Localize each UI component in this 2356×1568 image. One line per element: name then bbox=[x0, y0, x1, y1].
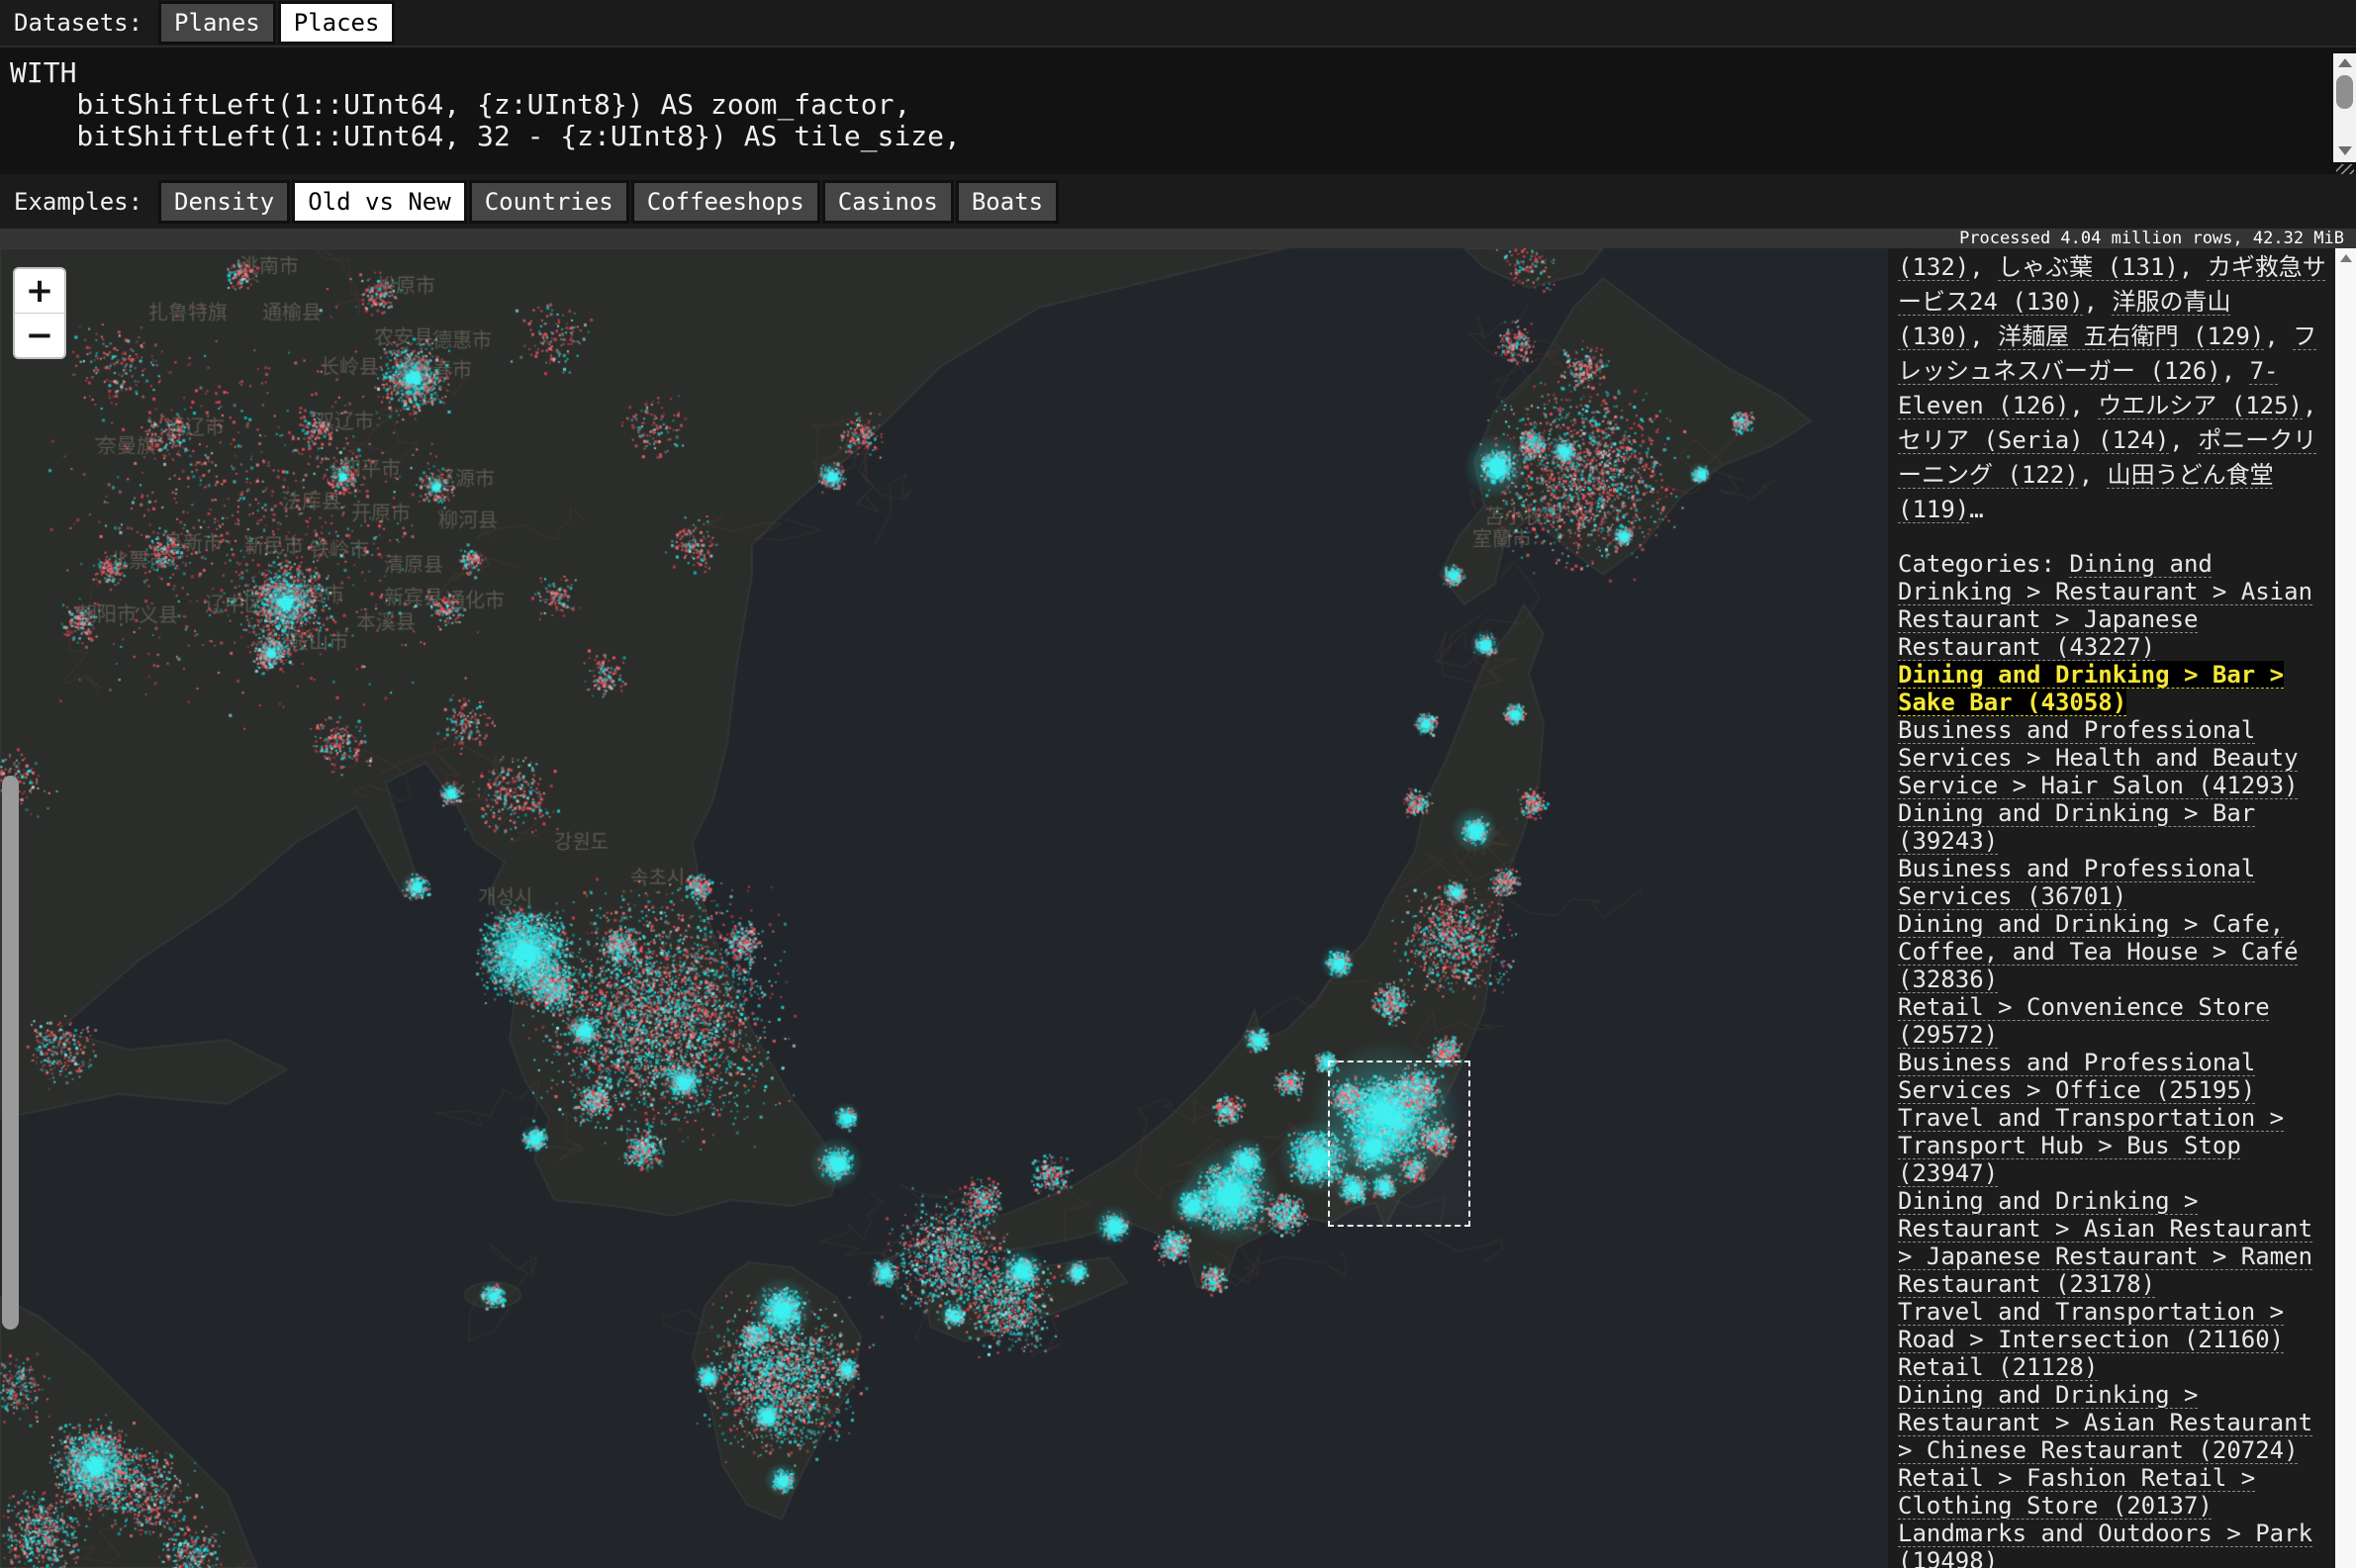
category-item: Travel and Transportation > Road > Inter… bbox=[1898, 1298, 2327, 1353]
category-link[interactable]: Business and Professional Services > Off… bbox=[1898, 1049, 2255, 1104]
category-link[interactable]: Retail > Convenience Store (29572) bbox=[1898, 993, 2270, 1049]
map-zoom-control: + − bbox=[13, 267, 66, 359]
map-selection-rectangle[interactable] bbox=[1328, 1061, 1470, 1227]
category-item: Categories: Dining and Drinking > Restau… bbox=[1898, 550, 2327, 661]
name-link[interactable]: 洋麺屋 五右衛門 (129) bbox=[1998, 323, 2264, 350]
category-item: Retail > Convenience Store (29572) bbox=[1898, 993, 2327, 1049]
category-item: Dining and Drinking > Bar > Sake Bar (43… bbox=[1898, 661, 2327, 716]
sql-scrollbar-thumb[interactable] bbox=[2336, 75, 2353, 109]
scroll-down-icon[interactable] bbox=[2338, 146, 2352, 155]
query-status: Processed 4.04 million rows, 42.32 MiB bbox=[0, 229, 2356, 248]
category-item: Dining and Drinking > Restaurant > Asian… bbox=[1898, 1187, 2327, 1298]
page-scrollbar-thumb[interactable] bbox=[2, 776, 19, 1330]
category-link[interactable]: Dining and Drinking > Bar (39243) bbox=[1898, 799, 2255, 855]
scroll-up-icon[interactable] bbox=[2338, 58, 2352, 67]
name-link[interactable]: ウエルシア (125) bbox=[2098, 392, 2303, 419]
category-link[interactable]: Business and Professional Services (3670… bbox=[1898, 855, 2255, 910]
category-link[interactable]: Dining and Drinking > Restaurant > Asian… bbox=[1898, 1381, 2312, 1464]
name-link[interactable]: しゃぶ葉 (131) bbox=[1998, 253, 2179, 281]
category-item: Business and Professional Services (3670… bbox=[1898, 855, 2327, 910]
name-link[interactable]: セリア (Seria) (124) bbox=[1898, 426, 2169, 454]
category-item: Dining and Drinking > Cafe, Coffee, and … bbox=[1898, 910, 2327, 993]
category-item: Travel and Transportation > Transport Hu… bbox=[1898, 1104, 2327, 1187]
sql-query-text[interactable]: WITH bitShiftLeft(1::UInt64, {z:UInt8}) … bbox=[0, 47, 2356, 152]
category-item: Landmarks and Outdoors > Park (19498) bbox=[1898, 1520, 2327, 1568]
map[interactable]: + − bbox=[0, 248, 1888, 1568]
example-button-density[interactable]: Density bbox=[158, 180, 290, 224]
name-link[interactable]: (132) bbox=[1898, 253, 1969, 281]
category-item: Dining and Drinking > Restaurant > Asian… bbox=[1898, 1381, 2327, 1464]
examples-bar: Examples: DensityOld vs NewCountriesCoff… bbox=[0, 174, 2356, 229]
results-panel: (132), しゃぶ葉 (131), カギ救急サービス24 (130), 洋服の… bbox=[1888, 248, 2335, 1568]
examples-label: Examples: bbox=[14, 188, 142, 216]
category-link[interactable]: Travel and Transportation > Transport Hu… bbox=[1898, 1104, 2284, 1187]
example-button-old-vs-new[interactable]: Old vs New bbox=[292, 180, 467, 224]
category-link[interactable]: Business and Professional Services > Hea… bbox=[1898, 716, 2299, 799]
top-names-list: (132), しゃぶ葉 (131), カギ救急サービス24 (130), 洋服の… bbox=[1898, 250, 2327, 527]
sql-editor-scrollbar[interactable] bbox=[2333, 53, 2356, 162]
datasets-label: Datasets: bbox=[14, 9, 142, 37]
example-button-casinos[interactable]: Casinos bbox=[822, 180, 954, 224]
category-link[interactable]: Retail > Fashion Retail > Clothing Store… bbox=[1898, 1464, 2255, 1520]
page-scrollbar[interactable] bbox=[2335, 248, 2356, 1568]
zoom-in-button[interactable]: + bbox=[15, 269, 64, 313]
category-item: Retail > Fashion Retail > Clothing Store… bbox=[1898, 1464, 2327, 1520]
example-button-countries[interactable]: Countries bbox=[469, 180, 629, 224]
page-scroll-up-icon[interactable] bbox=[2340, 254, 2352, 262]
map-canvas[interactable] bbox=[0, 248, 1888, 1568]
zoom-out-button[interactable]: − bbox=[15, 313, 64, 357]
sql-editor[interactable]: WITH bitShiftLeft(1::UInt64, {z:UInt8}) … bbox=[0, 46, 2356, 174]
category-item: Business and Professional Services > Hea… bbox=[1898, 716, 2327, 799]
example-button-boats[interactable]: Boats bbox=[956, 180, 1059, 224]
example-button-group: DensityOld vs NewCountriesCoffeeshopsCas… bbox=[158, 180, 1061, 224]
category-link[interactable]: Retail (21128) bbox=[1898, 1353, 2098, 1381]
category-link[interactable]: Travel and Transportation > Road > Inter… bbox=[1898, 1298, 2284, 1353]
dataset-button-group: PlanesPlaces bbox=[158, 1, 397, 45]
category-link-selected[interactable]: Dining and Drinking > Bar > Sake Bar (43… bbox=[1898, 661, 2284, 716]
dataset-button-planes[interactable]: Planes bbox=[158, 1, 276, 45]
category-link[interactable]: Dining and Drinking > Cafe, Coffee, and … bbox=[1898, 910, 2299, 993]
categories-label: Categories: bbox=[1898, 550, 2069, 578]
dataset-button-places[interactable]: Places bbox=[278, 1, 396, 45]
category-link[interactable]: Dining and Drinking > Restaurant > Asian… bbox=[1898, 1187, 2312, 1298]
categories-list: Categories: Dining and Drinking > Restau… bbox=[1898, 550, 2327, 1568]
example-button-coffeeshops[interactable]: Coffeeshops bbox=[631, 180, 820, 224]
category-link[interactable]: Landmarks and Outdoors > Park (19498) bbox=[1898, 1520, 2312, 1568]
datasets-bar: Datasets: PlanesPlaces bbox=[0, 0, 2356, 46]
category-item: Business and Professional Services > Off… bbox=[1898, 1049, 2327, 1104]
category-item: Dining and Drinking > Bar (39243) bbox=[1898, 799, 2327, 855]
category-item: Retail (21128) bbox=[1898, 1353, 2327, 1381]
